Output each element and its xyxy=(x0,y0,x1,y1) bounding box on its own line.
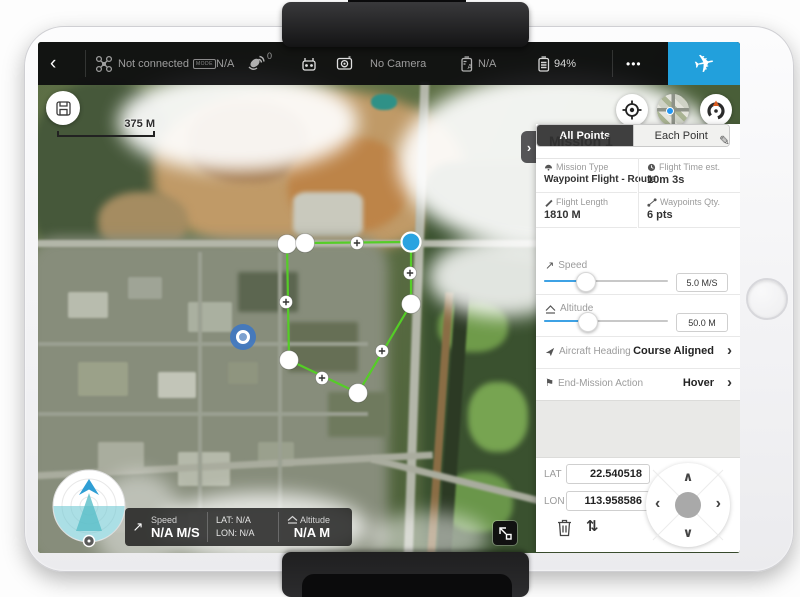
dpad-left[interactable]: ‹ xyxy=(655,495,660,513)
flight-mode-badge: MODE xyxy=(193,42,216,85)
compass-reset-button[interactable] xyxy=(700,94,732,126)
dpad-down[interactable]: ∨ xyxy=(683,525,694,541)
panel-spacer xyxy=(536,400,740,458)
expand-icon xyxy=(497,525,513,541)
dpad-right[interactable]: › xyxy=(716,495,721,513)
delete-waypoint-button[interactable] xyxy=(556,518,573,537)
map-layers-button[interactable] xyxy=(657,94,689,126)
app-screen: ‹ Not connected MODE N/A 0 No Camera A N… xyxy=(38,42,740,553)
satellite-count: 0 xyxy=(267,42,272,77)
telemetry-speed-label: Speed xyxy=(151,515,207,525)
back-button[interactable]: ‹ xyxy=(50,42,56,85)
lon-label: LON xyxy=(544,496,565,507)
drone-icon xyxy=(95,55,113,73)
svg-text:A: A xyxy=(468,64,473,71)
flight-mode-value: N/A xyxy=(216,42,234,85)
rc-battery-icon xyxy=(535,42,552,85)
stat-mission-type: Mission Type Waypoint Flight - Route xyxy=(536,158,637,193)
mission-header: Mission 1 ✎ xyxy=(536,124,740,159)
airplane-icon: ✈ xyxy=(691,47,718,81)
waypoint xyxy=(349,384,368,403)
reorder-waypoints-button[interactable]: ⇅ xyxy=(586,517,599,535)
telemetry-speed-value: N/A M/S xyxy=(151,525,207,540)
save-icon xyxy=(55,100,72,117)
mission-type-icon xyxy=(544,163,553,172)
lon-input[interactable]: 113.958586 xyxy=(566,491,650,511)
clock-icon xyxy=(647,163,656,172)
speed-section-label: ↗Speed xyxy=(545,259,587,272)
camera-icon xyxy=(335,42,354,85)
stat-waypoints-qty: Waypoints Qty. 6 pts xyxy=(638,193,740,228)
altitude-slider[interactable] xyxy=(544,314,668,328)
minimap-location-dot xyxy=(666,107,674,115)
lat-label: LAT xyxy=(544,469,562,480)
telemetry-bar: ↗ Speed N/A M/S LAT: N/A LON: N/A Altitu… xyxy=(125,508,352,546)
waypoints-icon xyxy=(647,198,657,207)
stat-flight-length: Flight Length 1810 M xyxy=(536,193,637,228)
divider xyxy=(536,294,740,295)
edit-mission-button[interactable]: ✎ xyxy=(719,133,730,149)
rc-battery-value: 94% xyxy=(554,42,576,85)
map-expand-button[interactable] xyxy=(493,521,517,545)
dpad-center[interactable] xyxy=(675,492,701,518)
stat-flight-time: Flight Time est. 10m 3s xyxy=(638,158,740,193)
lat-input[interactable]: 22.540518 xyxy=(566,464,650,484)
mission-panel: Mission 1 ✎ Mission Type Waypoint Flight… xyxy=(536,124,740,552)
flag-icon: ⚑ xyxy=(545,378,554,389)
map-scale-label: 375 M xyxy=(108,118,155,130)
waypoint xyxy=(402,295,421,314)
mount-arm-bottom xyxy=(302,574,512,597)
aircraft-heading-row[interactable]: Aircraft Heading Course Aligned › xyxy=(536,336,740,368)
end-mission-row[interactable]: ⚑End-Mission Action Hover › xyxy=(536,368,740,400)
telemetry-lon: LON: N/A xyxy=(216,527,278,540)
speed-value-box[interactable]: 5.0 M/S xyxy=(676,273,728,292)
telemetry-alt-value: N/A M xyxy=(287,525,330,540)
waypoint xyxy=(280,351,299,370)
mission-title: Mission 1 xyxy=(549,133,613,149)
satellite-icon xyxy=(246,42,265,85)
drone-status-text: Not connected xyxy=(118,42,189,85)
telemetry-lat: LAT: N/A xyxy=(216,514,278,527)
locate-icon xyxy=(621,99,643,121)
telemetry-alt-label: Altitude xyxy=(287,515,330,525)
chevron-right-icon: › xyxy=(727,342,732,359)
camera-status-text: No Camera xyxy=(370,42,426,85)
nudge-dpad[interactable]: ∧ ∨ ‹ › xyxy=(646,463,730,547)
takeoff-button[interactable]: ✈ xyxy=(668,42,740,85)
aircraft-battery-value: N/A xyxy=(478,42,496,85)
waypoint xyxy=(296,234,315,253)
rc-icon xyxy=(300,42,318,85)
drone-status-icon xyxy=(95,42,113,85)
ruler-icon xyxy=(544,198,553,207)
tablet-mockup: ‹ Not connected MODE N/A 0 No Camera A N… xyxy=(0,0,800,597)
panel-collapse-tab[interactable]: › xyxy=(521,131,537,163)
chevron-right-icon: › xyxy=(727,374,732,391)
waypoint xyxy=(278,235,297,254)
altitude-icon xyxy=(545,304,556,314)
altitude-value-box[interactable]: 50.0 M xyxy=(676,313,728,332)
save-mission-button[interactable] xyxy=(46,91,80,125)
dpad-up[interactable]: ∧ xyxy=(683,469,694,485)
map-scale-bar xyxy=(57,135,155,137)
trash-icon xyxy=(556,518,573,537)
mount-clamp-top xyxy=(282,2,529,47)
more-menu-button[interactable]: ••• xyxy=(626,42,642,85)
divider xyxy=(612,50,613,77)
divider xyxy=(85,50,86,77)
tablet-home-button[interactable] xyxy=(746,278,788,320)
heading-icon xyxy=(545,347,555,357)
speed-slider-knob[interactable] xyxy=(576,272,596,292)
speed-icon: ↗ xyxy=(125,519,151,535)
top-status-bar: ‹ Not connected MODE N/A 0 No Camera A N… xyxy=(38,42,740,85)
waypoint-active xyxy=(402,233,421,252)
attitude-compass-widget[interactable] xyxy=(52,469,127,549)
speed-slider[interactable] xyxy=(544,274,668,288)
aircraft-battery-icon: A xyxy=(458,42,475,85)
compass-icon xyxy=(704,98,728,122)
locate-me-button[interactable] xyxy=(616,94,648,126)
altitude-slider-knob[interactable] xyxy=(578,312,598,332)
